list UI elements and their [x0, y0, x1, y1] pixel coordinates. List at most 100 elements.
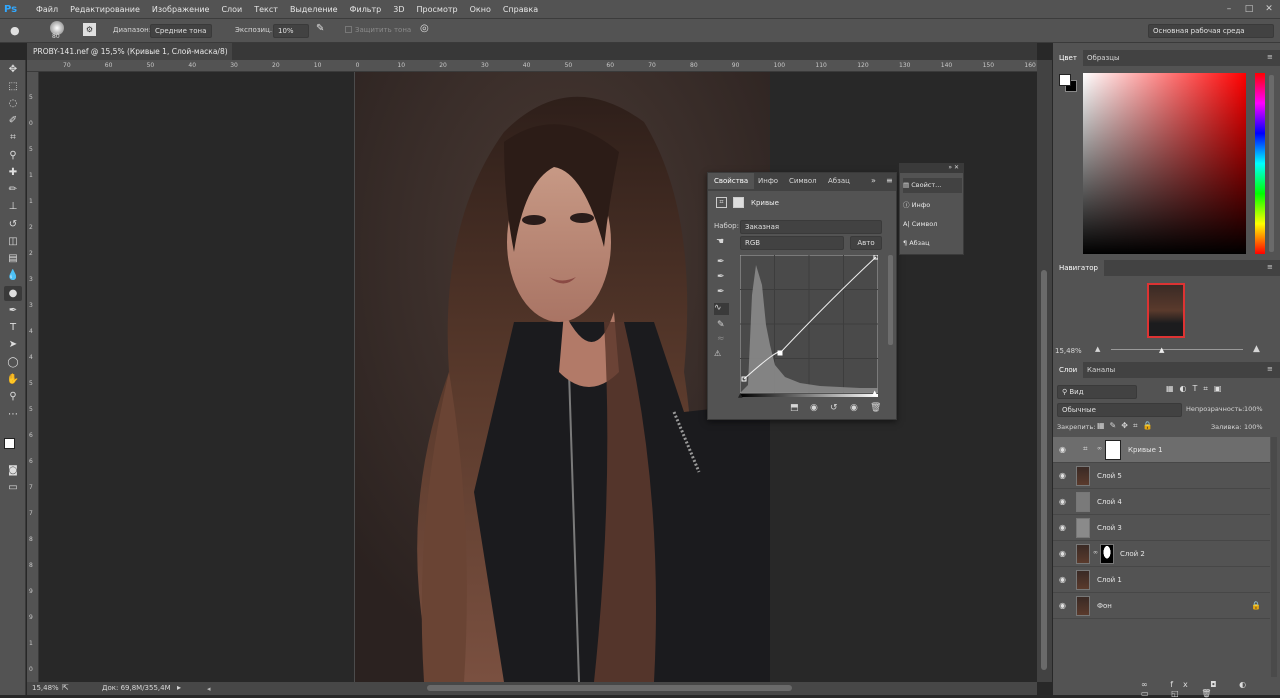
white-point-eyedropper-icon[interactable]: ✒	[717, 287, 725, 297]
color-picker-field[interactable]	[1083, 73, 1246, 254]
workspace-select[interactable]: Основная рабочая среда	[1148, 24, 1274, 38]
targeted-adjustment-icon[interactable]: ☚	[716, 237, 724, 247]
dock-item-character[interactable]: A| Символ	[903, 217, 962, 232]
chain-link-icon[interactable]: ∞	[1093, 549, 1098, 556]
menu-item[interactable]: Изображение	[146, 0, 216, 19]
zoom-level[interactable]: 15,48%	[32, 684, 59, 692]
white-input-slider-icon[interactable]: ▲	[872, 389, 877, 397]
dock-item-properties[interactable]: ▤ Свойст...	[903, 178, 962, 193]
close-icon[interactable]: ✕	[1262, 2, 1276, 16]
layers-scrollbar[interactable]	[1271, 437, 1277, 677]
black-input-slider-icon[interactable]: ▲	[738, 392, 743, 399]
screen-mode-icon[interactable]: ▭	[4, 480, 22, 495]
layer-mask-thumbnail[interactable]	[1100, 544, 1114, 564]
more-tools-icon[interactable]: ⋯	[4, 407, 22, 422]
dock-header[interactable]: » ✕	[900, 164, 963, 173]
dodge-tool-preset-icon[interactable]: ●	[10, 24, 28, 38]
visibility-eye-icon[interactable]: ◉	[1059, 575, 1069, 585]
visibility-eye-icon[interactable]: ◉	[1059, 471, 1069, 481]
smooth-curve-icon[interactable]: ≈	[717, 334, 725, 344]
lock-icons[interactable]: ▦✎✥⌗🔒	[1097, 421, 1157, 431]
visibility-eye-icon[interactable]: ◉	[1059, 445, 1069, 455]
dodge-tool-icon[interactable]: ●	[4, 286, 22, 301]
reset-adjustment-icon[interactable]: ↺	[830, 403, 838, 413]
visibility-eye-icon[interactable]: ◉	[1059, 497, 1069, 507]
path-selection-tool-icon[interactable]: ➤	[4, 337, 22, 352]
navigator-zoom-thumb[interactable]: ▲	[1159, 346, 1164, 354]
clone-stamp-tool-icon[interactable]: ⊥	[4, 199, 22, 214]
zoom-tool-icon[interactable]: ⚲	[4, 389, 22, 404]
curves-adjustment-icon[interactable]: ⌗	[716, 197, 727, 208]
menu-item[interactable]: Справка	[497, 0, 544, 19]
layer-row-curves-1[interactable]: ◉ ⌗ ∞ Кривые 1	[1053, 437, 1270, 463]
color-foreground-swatch[interactable]	[1059, 74, 1071, 86]
crop-tool-icon[interactable]: ⌗	[4, 130, 22, 145]
quick-mask-icon[interactable]: ◙	[4, 463, 22, 478]
chain-link-icon[interactable]: ∞	[1097, 445, 1102, 452]
pressure-size-icon[interactable]: ◎	[420, 23, 429, 34]
pencil-draw-icon[interactable]: ✎	[717, 320, 725, 330]
ellipse-tool-icon[interactable]: ◯	[4, 355, 22, 370]
scroll-left-icon[interactable]: ◂	[207, 685, 215, 693]
tab-color[interactable]: Цвет	[1053, 50, 1083, 66]
layers-footer-icons[interactable]: ∞ fx ◘ ◐ ▭ ◱ 🗑	[1141, 680, 1280, 698]
tab-info[interactable]: Инфо	[752, 173, 784, 189]
auto-button[interactable]: Авто	[850, 236, 882, 250]
gradient-tool-icon[interactable]: ▤	[4, 251, 22, 266]
menu-item[interactable]: Выделение	[284, 0, 344, 19]
zoom-in-icon[interactable]: ▲	[1253, 344, 1260, 354]
blend-mode-select[interactable]: Обычные	[1057, 403, 1182, 417]
tab-layers[interactable]: Слои	[1053, 362, 1084, 378]
quick-select-tool-icon[interactable]: ✐	[4, 113, 22, 128]
move-tool-icon[interactable]: ✥	[4, 62, 22, 77]
visibility-eye-icon[interactable]: ◉	[1059, 601, 1069, 611]
foreground-color-swatch[interactable]	[4, 438, 15, 449]
airbrush-icon[interactable]: ✎	[316, 23, 324, 34]
layer-filter-icons[interactable]: ▦◐T⌗▣	[1166, 384, 1228, 394]
curves-graph[interactable]	[740, 255, 878, 393]
fill-value[interactable]: 100%	[1244, 423, 1263, 431]
tab-swatches[interactable]: Образцы	[1081, 50, 1126, 66]
panel-menu-icon[interactable]: ≡	[886, 176, 893, 185]
eyedropper-tool-icon[interactable]: ⚲	[4, 148, 22, 163]
view-previous-state-icon[interactable]: ◉	[810, 403, 818, 413]
menu-item[interactable]: Фильтр	[344, 0, 388, 19]
delete-adjustment-icon[interactable]: 🗑	[870, 403, 881, 413]
tab-character[interactable]: Символ	[783, 173, 823, 189]
gray-point-eyedropper-icon[interactable]: ✒	[717, 272, 725, 282]
marquee-tool-icon[interactable]: ⬚	[4, 79, 22, 94]
eraser-tool-icon[interactable]: ◫	[4, 234, 22, 249]
menu-item[interactable]: 3D	[387, 0, 410, 19]
menu-item[interactable]: Текст	[248, 0, 284, 19]
black-point-eyedropper-icon[interactable]: ✒	[717, 257, 725, 267]
layer-mask-thumbnail[interactable]	[1105, 440, 1121, 460]
status-menu-arrow-icon[interactable]: ▸	[177, 683, 181, 692]
collapse-panel-icon[interactable]: »	[871, 176, 876, 185]
clip-to-layer-icon[interactable]: ⬒	[790, 403, 799, 413]
hand-tool-icon[interactable]: ✋	[4, 372, 22, 387]
type-tool-icon[interactable]: T	[4, 320, 22, 335]
layer-row-sloy-4[interactable]: ◉ Слой 4	[1053, 489, 1270, 515]
layer-row-sloy-2[interactable]: ◉ ∞ Слой 2	[1053, 541, 1270, 567]
pen-tool-icon[interactable]: ✒	[4, 303, 22, 318]
menu-item[interactable]: Слои	[215, 0, 248, 19]
curve-points-icon[interactable]: ∿	[714, 303, 729, 315]
brush-panel-icon[interactable]: ⚙	[83, 23, 96, 36]
minimize-icon[interactable]: –	[1222, 2, 1236, 16]
maximize-icon[interactable]: □	[1242, 2, 1256, 16]
tab-paragraph[interactable]: Абзац	[822, 173, 856, 189]
share-icon[interactable]: ⇱	[62, 683, 69, 692]
protect-tones-checkbox[interactable]	[345, 26, 352, 33]
layer-filter-select[interactable]: ⚲ Вид	[1057, 385, 1137, 399]
layers-panel-menu-icon[interactable]: ≡	[1267, 365, 1273, 373]
opacity-value[interactable]: 100%	[1244, 405, 1263, 413]
tab-properties[interactable]: Свойства	[708, 173, 755, 189]
visibility-eye-icon[interactable]: ◉	[1059, 523, 1069, 533]
dock-item-info[interactable]: ⓘ Инфо	[903, 198, 962, 213]
tab-channels[interactable]: Каналы	[1081, 362, 1121, 378]
history-brush-tool-icon[interactable]: ↺	[4, 217, 22, 232]
toggle-visibility-icon[interactable]: ◉	[850, 403, 858, 413]
menu-item[interactable]: Редактирование	[64, 0, 146, 19]
horizontal-scrollbar-thumb[interactable]	[427, 685, 792, 691]
healing-brush-tool-icon[interactable]: ✚	[4, 165, 22, 180]
